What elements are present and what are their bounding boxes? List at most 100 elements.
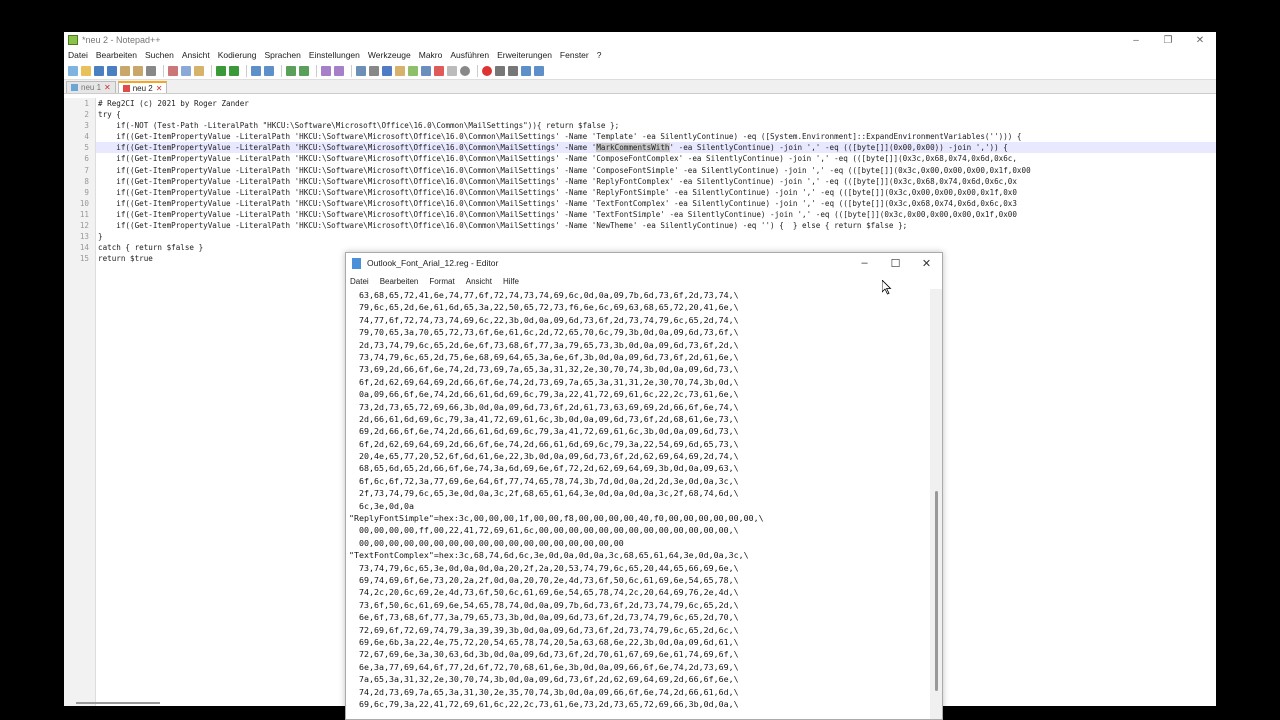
code-line[interactable]: if((Get-ItemPropertyValue -LiteralPath '…: [96, 220, 1216, 231]
stop-macro-icon[interactable]: [495, 65, 505, 76]
menu-item[interactable]: Einstellungen: [309, 50, 360, 60]
monitoring-icon[interactable]: [460, 65, 470, 76]
reg-text-line[interactable]: 74,2d,73,69,7a,65,3a,31,30,2e,35,70,74,3…: [349, 686, 930, 698]
reg-text-line[interactable]: "ReplyFontSimple"=hex:3c,00,00,00,1f,00,…: [349, 512, 930, 524]
close-icon[interactable]: ✕: [911, 257, 942, 270]
menu-item[interactable]: Bearbeiten: [96, 50, 137, 60]
menu-item[interactable]: Datei: [350, 277, 369, 286]
reg-text-line[interactable]: 2f,73,74,79,6c,65,3e,0d,0a,3c,2f,68,65,6…: [349, 487, 930, 499]
code-line[interactable]: if((Get-ItemPropertyValue -LiteralPath '…: [96, 153, 1216, 164]
copy-icon[interactable]: [181, 65, 191, 76]
code-line[interactable]: try {: [96, 109, 1216, 120]
function-list-icon[interactable]: [421, 65, 431, 76]
reg-text-line[interactable]: 74,77,6f,72,74,73,74,69,6c,22,3b,0d,0a,0…: [349, 314, 930, 326]
close-all-icon[interactable]: [133, 65, 143, 76]
code-line[interactable]: if((Get-ItemPropertyValue -LiteralPath '…: [96, 142, 1216, 154]
word-wrap-icon[interactable]: [356, 65, 366, 76]
menu-item[interactable]: Datei: [68, 50, 88, 60]
reg-text-line[interactable]: 69,6e,6b,3a,22,4e,75,72,20,54,65,78,74,2…: [349, 636, 930, 648]
play-macro-icon[interactable]: [508, 65, 518, 76]
reg-text-line[interactable]: 72,67,69,6e,3a,30,63,6d,3b,0d,0a,09,6d,7…: [349, 648, 930, 660]
reg-text-line[interactable]: 69,2d,66,6f,6e,74,2d,66,61,6d,69,6c,79,3…: [349, 425, 930, 437]
print-icon[interactable]: [146, 65, 156, 76]
redo-icon[interactable]: [229, 65, 239, 76]
sync-vertical-icon[interactable]: [321, 65, 331, 76]
menu-item[interactable]: Bearbeiten: [380, 277, 419, 286]
reg-text-line[interactable]: 73,6f,50,6c,61,69,6e,54,65,78,74,0d,0a,0…: [349, 599, 930, 611]
reg-text-line[interactable]: 6e,3a,77,69,64,6f,77,2d,6f,72,70,68,61,6…: [349, 661, 930, 673]
reg-text-line[interactable]: 7a,65,3a,31,32,2e,30,70,74,3b,0d,0a,09,6…: [349, 673, 930, 685]
tab-close-icon[interactable]: ✕: [104, 83, 111, 92]
tab-close-icon[interactable]: ✕: [156, 84, 163, 93]
reg-text-line[interactable]: 6f,2d,62,69,64,69,2d,66,6f,6e,74,2d,66,6…: [349, 438, 930, 450]
reg-text-line[interactable]: 68,65,6d,65,2d,66,6f,6e,74,3a,6d,69,6e,6…: [349, 462, 930, 474]
code-line[interactable]: }: [96, 231, 1216, 242]
paste-icon[interactable]: [194, 65, 204, 76]
save-icon[interactable]: [94, 65, 104, 76]
reg-text-line[interactable]: 69,6c,79,3a,22,41,72,69,61,6c,22,2c,73,6…: [349, 698, 930, 710]
replace-icon[interactable]: [264, 65, 274, 76]
editor-text-area[interactable]: 63,68,65,72,41,6e,74,77,6f,72,74,73,74,6…: [346, 289, 930, 719]
reg-text-line[interactable]: 2d,66,61,6d,69,6c,79,3a,41,72,69,61,6c,3…: [349, 413, 930, 425]
reg-text-line[interactable]: 6c,3e,0d,0a: [349, 500, 930, 512]
reg-text-line[interactable]: 2d,73,74,79,6c,65,2d,6e,6f,73,68,6f,77,3…: [349, 339, 930, 351]
reg-text-line[interactable]: "TextFontComplex"=hex:3c,68,74,6d,6c,3e,…: [349, 549, 930, 561]
open-file-icon[interactable]: [81, 65, 91, 76]
code-line[interactable]: if((Get-ItemPropertyValue -LiteralPath '…: [96, 198, 1216, 209]
undo-icon[interactable]: [216, 65, 226, 76]
code-line[interactable]: if((Get-ItemPropertyValue -LiteralPath '…: [96, 165, 1216, 176]
save-macro-icon[interactable]: [534, 65, 544, 76]
reg-text-line[interactable]: 00,00,00,00,00,00,00,00,00,00,00,00,00,0…: [349, 537, 930, 549]
code-line[interactable]: if((Get-ItemPropertyValue -LiteralPath '…: [96, 209, 1216, 220]
editor-title-bar[interactable]: Outlook_Font_Arial_12.reg - Editor – ☐ ✕: [346, 253, 942, 273]
doc-switcher-icon[interactable]: [447, 65, 457, 76]
zoom-in-icon[interactable]: [286, 65, 296, 76]
reg-text-line[interactable]: 79,70,65,3a,70,65,72,73,6f,6e,61,6c,2d,7…: [349, 326, 930, 338]
reg-text-line[interactable]: 0a,09,66,6f,6e,74,2d,66,61,6d,69,6c,79,3…: [349, 388, 930, 400]
new-file-icon[interactable]: [68, 65, 78, 76]
code-line[interactable]: if(-NOT (Test-Path -LiteralPath "HKCU:\S…: [96, 120, 1216, 131]
record-macro-icon[interactable]: [482, 65, 492, 76]
menu-item[interactable]: Format: [429, 277, 454, 286]
reg-text-line[interactable]: 79,6c,65,2d,6e,61,6d,65,3a,22,50,65,72,7…: [349, 301, 930, 313]
reg-text-line[interactable]: 63,68,65,72,41,6e,74,77,6f,72,74,73,74,6…: [349, 289, 930, 301]
npp-title-bar[interactable]: *neu 2 - Notepad++ – ❐ ✕: [64, 32, 1216, 48]
reg-text-line[interactable]: 74,2c,20,6c,69,2e,4d,73,6f,50,6c,61,69,6…: [349, 586, 930, 598]
reg-text-line[interactable]: 00,00,00,00,ff,00,22,41,72,69,61,6c,00,0…: [349, 524, 930, 536]
menu-item[interactable]: Makro: [419, 50, 443, 60]
save-all-icon[interactable]: [107, 65, 117, 76]
cut-icon[interactable]: [168, 65, 178, 76]
menu-item[interactable]: Erweiterungen: [497, 50, 552, 60]
show-all-chars-icon[interactable]: [369, 65, 379, 76]
reg-text-line[interactable]: 20,4e,65,77,20,52,6f,6d,61,6e,22,3b,0d,0…: [349, 450, 930, 462]
scrollbar-thumb[interactable]: [935, 491, 938, 691]
tab-neu-1[interactable]: neu 1 ✕: [66, 81, 116, 93]
doc-map-icon[interactable]: [408, 65, 418, 76]
reg-text-line[interactable]: 73,74,79,6c,65,2d,75,6e,68,69,64,65,3a,6…: [349, 351, 930, 363]
code-line[interactable]: # Reg2CI (c) 2021 by Roger Zander: [96, 98, 1216, 109]
minimize-icon[interactable]: –: [1120, 35, 1152, 46]
menu-item[interactable]: Ansicht: [182, 50, 210, 60]
menu-item[interactable]: Sprachen: [264, 50, 300, 60]
close-icon[interactable]: ✕: [1184, 35, 1216, 46]
tab-neu-2[interactable]: neu 2 ✕: [117, 81, 168, 93]
sync-horizontal-icon[interactable]: [334, 65, 344, 76]
menu-item[interactable]: ?: [597, 50, 602, 60]
zoom-out-icon[interactable]: [299, 65, 309, 76]
reg-text-line[interactable]: 6f,6c,6f,72,3a,77,69,6e,64,6f,77,74,65,7…: [349, 475, 930, 487]
menu-item[interactable]: Werkzeuge: [368, 50, 411, 60]
folder-as-workspace-icon[interactable]: [434, 65, 444, 76]
menu-item[interactable]: Hilfe: [503, 277, 519, 286]
minimize-icon[interactable]: –: [849, 257, 880, 270]
reg-text-line[interactable]: 69,74,69,6f,6e,73,20,2a,2f,0d,0a,20,70,2…: [349, 574, 930, 586]
indent-guide-icon[interactable]: [382, 65, 392, 76]
code-line[interactable]: if((Get-ItemPropertyValue -LiteralPath '…: [96, 187, 1216, 198]
reg-text-line[interactable]: 73,2d,73,65,72,69,66,3b,0d,0a,09,6d,73,6…: [349, 401, 930, 413]
code-line[interactable]: if((Get-ItemPropertyValue -LiteralPath '…: [96, 176, 1216, 187]
menu-item[interactable]: Ausführen: [450, 50, 489, 60]
close-file-icon[interactable]: [120, 65, 130, 76]
reg-text-line[interactable]: 6e,6f,73,68,6f,77,3a,79,65,73,3b,0d,0a,0…: [349, 611, 930, 623]
reg-text-line[interactable]: 73,69,2d,66,6f,6e,74,2d,73,69,7a,65,3a,3…: [349, 363, 930, 375]
menu-item[interactable]: Kodierung: [218, 50, 257, 60]
menu-item[interactable]: Ansicht: [466, 277, 492, 286]
